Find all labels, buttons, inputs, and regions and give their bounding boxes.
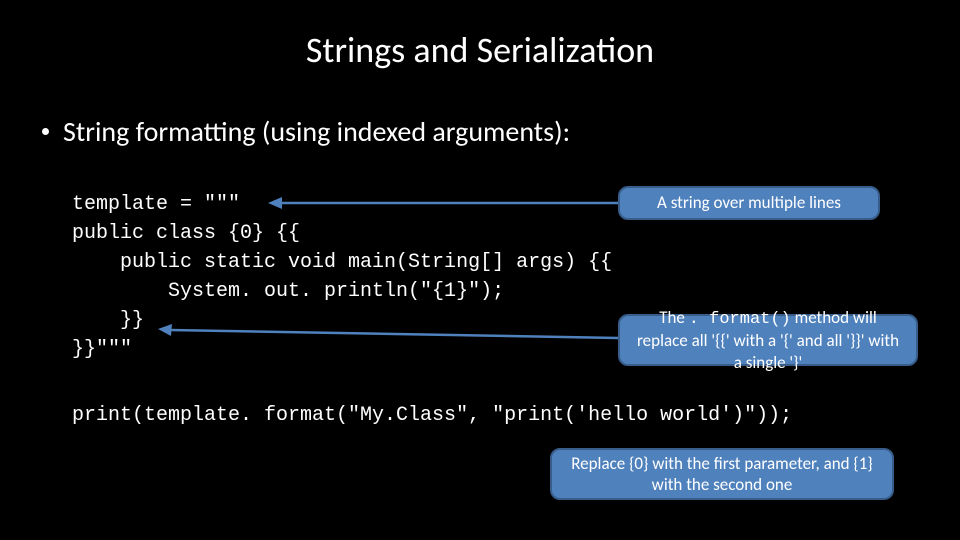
callout-code-part: . format() (689, 310, 791, 329)
callout-text: Replace {0} with the first parameter, an… (564, 453, 880, 496)
bullet-dot-icon (42, 128, 49, 135)
callout-replace-params: Replace {0} with the first parameter, an… (550, 448, 894, 500)
callout-text-part: The (659, 307, 689, 328)
slide-title: Strings and Serialization (0, 0, 960, 72)
bullet-item: String formatting (using indexed argumen… (0, 114, 960, 149)
slide: Strings and Serialization String formatt… (0, 0, 960, 540)
callout-text: The . format() method will replace all '… (632, 307, 904, 373)
code-line: }} (72, 309, 144, 332)
code-line: public class {0} {{ (72, 222, 300, 245)
code-line: System. out. println("{1}"); (72, 280, 504, 303)
arrow-icon (268, 196, 620, 210)
callout-format-method: The . format() method will replace all '… (618, 314, 918, 366)
code-line: public static void main(String[] args) {… (72, 251, 612, 274)
callout-text: A string over multiple lines (657, 192, 841, 213)
callout-multiline-string: A string over multiple lines (618, 186, 880, 220)
bullet-text: String formatting (using indexed argumen… (63, 114, 570, 149)
code-line: }}""" (72, 338, 132, 361)
code-line: template = """ (72, 193, 240, 216)
print-line: print(template. format("My.Class", "prin… (72, 404, 792, 427)
arrow-icon (158, 324, 620, 342)
